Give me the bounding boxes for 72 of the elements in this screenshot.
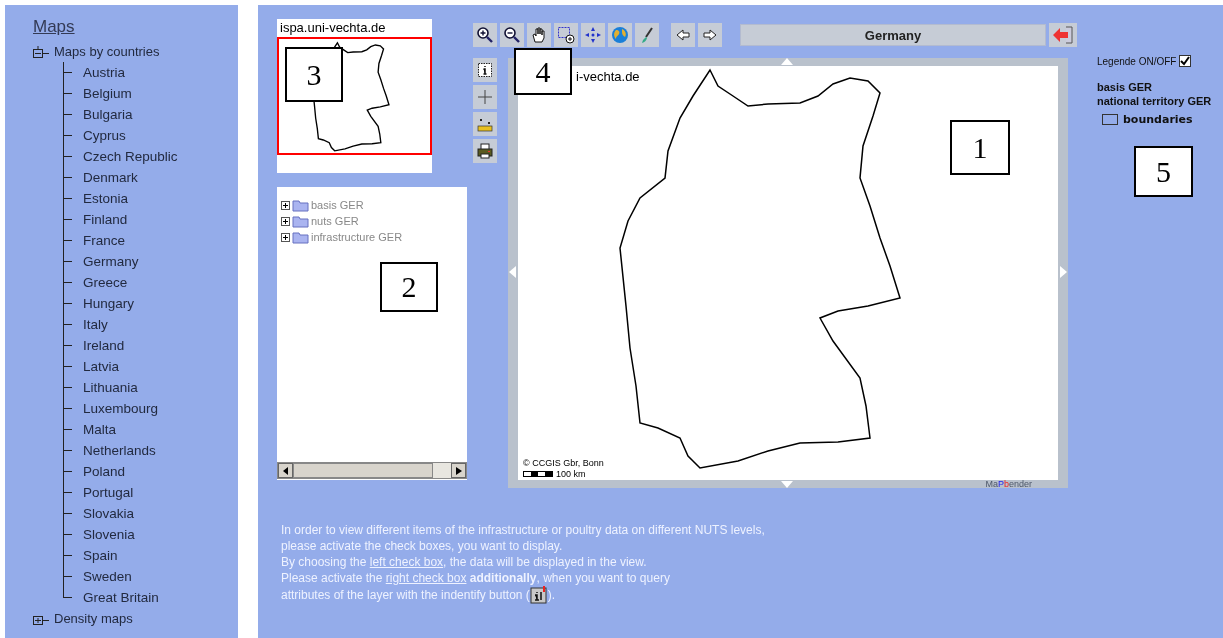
country-link[interactable]: Hungary	[83, 293, 135, 314]
country-link[interactable]: Belgium	[83, 83, 132, 104]
tree-group-label[interactable]: Maps by countries	[54, 44, 160, 59]
printer-icon[interactable]	[473, 139, 497, 163]
number-callout: 4	[514, 48, 572, 95]
instructions-text: In order to view different items of the infrastructure or poultry data on different NUTS levels, please activate the check boxes, you want to display. By choosing the left check box, the data will be displayed in the view. Please activate the right check box additionally, when you want to query attributes of the layer with the indentify button ( ).	[281, 522, 766, 604]
country-link[interactable]: Sweden	[83, 566, 132, 587]
exit-icon[interactable]	[1049, 23, 1077, 47]
legend-layer-title: national territory GER	[1097, 95, 1212, 107]
country-link[interactable]: France	[83, 230, 126, 251]
map-watermark-text: i-vechta.de	[576, 69, 640, 84]
overview-title: ispa.uni-vechta.de	[279, 19, 387, 37]
layer-label[interactable]: nuts GER	[311, 215, 359, 227]
country-link[interactable]: Great Britain	[83, 587, 159, 608]
zoom-out-icon[interactable]	[500, 23, 524, 47]
country-link[interactable]: Slovenia	[83, 524, 135, 545]
legend-entry-label: boundaries	[1123, 113, 1193, 126]
maps-link[interactable]: Maps	[33, 17, 75, 37]
folder-icon	[292, 198, 309, 212]
country-link[interactable]: Austria	[83, 62, 126, 83]
horizontal-scrollbar[interactable]	[277, 462, 467, 479]
legend-checkbox[interactable]	[1179, 55, 1192, 67]
location-field[interactable]: Germany	[740, 24, 1046, 46]
expand-icon[interactable]	[281, 200, 290, 210]
country-link[interactable]: Czech Republic	[83, 146, 178, 167]
number-callout: 3	[285, 47, 343, 102]
country-link[interactable]: Latvia	[83, 356, 120, 377]
collapse-icon[interactable]	[33, 45, 50, 58]
brush-icon[interactable]	[635, 23, 659, 47]
country-link[interactable]: Slovakia	[83, 503, 135, 524]
country-link[interactable]: Spain	[83, 545, 118, 566]
country-link[interactable]: Ireland	[83, 335, 125, 356]
globe-icon[interactable]	[608, 23, 632, 47]
country-link[interactable]: Finland	[83, 209, 128, 230]
folder-icon	[292, 230, 309, 244]
country-link[interactable]: Malta	[83, 419, 116, 440]
zoom-box-icon[interactable]	[554, 23, 578, 47]
country-link[interactable]: Lithuania	[83, 377, 138, 398]
country-link[interactable]: Germany	[83, 251, 139, 272]
copyright-text: © CCGIS Gbr, Bonn	[523, 458, 604, 468]
country-link[interactable]: Bulgaria	[83, 104, 133, 125]
scroll-right-icon[interactable]	[455, 466, 462, 475]
legend-toggle-label: Legende ON/OFF	[1097, 55, 1177, 67]
info-icon[interactable]	[473, 58, 497, 82]
identify-icon	[529, 586, 548, 604]
logo-text: MaPbender	[985, 480, 1032, 488]
country-link[interactable]: Netherlands	[83, 440, 156, 461]
country-link[interactable]: Cyprus	[83, 125, 126, 146]
legend-swatch	[1102, 114, 1118, 125]
legend-group-title: basis GER	[1097, 81, 1154, 93]
expand-icon[interactable]	[281, 216, 290, 226]
scroll-left-icon[interactable]	[282, 466, 289, 475]
country-link[interactable]: Denmark	[83, 167, 138, 188]
number-callout: 1	[950, 120, 1010, 175]
country-link[interactable]: Luxembourg	[83, 398, 159, 419]
country-link[interactable]: Greece	[83, 272, 128, 293]
country-link[interactable]: Portugal	[83, 482, 134, 503]
folder-icon	[292, 214, 309, 228]
country-link[interactable]: Poland	[83, 461, 126, 482]
expand-icon[interactable]	[281, 232, 290, 242]
layer-label[interactable]: basis GER	[311, 199, 364, 211]
scale-bar-icon	[523, 471, 553, 477]
layer-label[interactable]: infrastructure GER	[311, 231, 403, 243]
tree-group-label[interactable]: Density maps	[54, 611, 133, 626]
hand-icon[interactable]	[527, 23, 551, 47]
number-callout: 5	[1134, 146, 1193, 197]
scale-text: 100 km	[556, 469, 586, 479]
country-link[interactable]: Estonia	[83, 188, 129, 209]
number-callout: 2	[380, 262, 438, 312]
arrows-icon[interactable]	[581, 23, 605, 47]
country-link[interactable]: Italy	[83, 314, 108, 335]
zoom-in-icon[interactable]	[473, 23, 497, 47]
